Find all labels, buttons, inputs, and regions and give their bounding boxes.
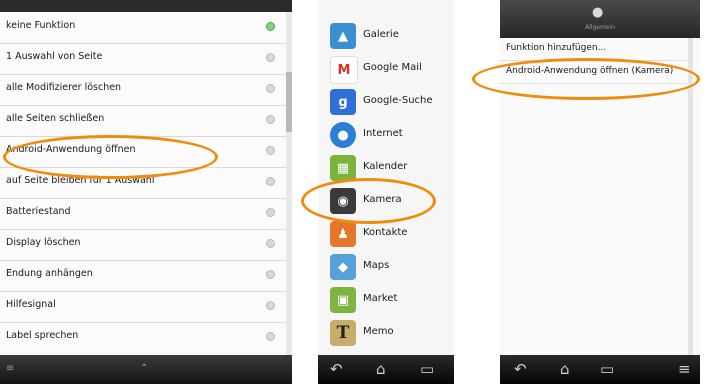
row-label: Funktion hinzufügen... bbox=[506, 43, 607, 53]
list-item-seiten-schliessen[interactable]: alle Seiten schließen bbox=[0, 105, 292, 137]
list-item-keine-funktion[interactable]: keine Funktion bbox=[0, 12, 292, 44]
home-icon[interactable]: ⌂ bbox=[560, 360, 570, 378]
app-name: Galerie bbox=[363, 29, 399, 40]
list-item-label: Batteriestand bbox=[6, 206, 71, 217]
speech-icon: ● bbox=[592, 5, 604, 20]
function-list: keine Funktion 1 Auswahl von Seite alle … bbox=[0, 12, 292, 355]
app-item-google-mail[interactable]: M Google Mail bbox=[318, 53, 454, 86]
calendar-icon: ▦ bbox=[330, 155, 356, 181]
list-item-hilfesignal[interactable]: Hilfesignal bbox=[0, 291, 292, 323]
list-item-label: Hilfesignal bbox=[6, 299, 56, 310]
gmail-icon: M bbox=[330, 56, 358, 84]
home-icon[interactable]: ⌂ bbox=[376, 360, 386, 378]
recent-apps-icon[interactable]: ▭ bbox=[420, 360, 434, 378]
list-item-label: auf Seite bleiben für 1 Auswahl bbox=[6, 175, 155, 186]
app-item-market[interactable]: ▣ Market bbox=[318, 284, 454, 317]
list-item-label: Display löschen bbox=[6, 237, 81, 248]
list-item-endung-anhaengen[interactable]: Endung anhängen bbox=[0, 260, 292, 292]
scrollbar[interactable] bbox=[688, 38, 693, 355]
radio-icon[interactable] bbox=[266, 177, 275, 186]
memo-icon: T bbox=[330, 320, 356, 346]
app-item-kontakte[interactable]: ♟ Kontakte bbox=[318, 218, 454, 251]
radio-icon[interactable] bbox=[266, 115, 275, 124]
list-item-auf-seite-bleiben[interactable]: auf Seite bleiben für 1 Auswahl bbox=[0, 167, 292, 199]
list-item-label: 1 Auswahl von Seite bbox=[6, 51, 103, 62]
top-bar bbox=[0, 0, 292, 12]
row-label: Android-Anwendung öffnen (Kamera) bbox=[506, 66, 674, 76]
app-name: Kamera bbox=[363, 194, 402, 205]
gallery-icon: ▲ bbox=[330, 23, 356, 49]
navigation-bar: ↶ ⌂ ▭ ≡ bbox=[500, 355, 700, 384]
app-list-screen: ▲ Galerie M Google Mail g Google-Suche ●… bbox=[318, 0, 454, 384]
google-search-icon: g bbox=[330, 89, 356, 115]
radio-selected-icon[interactable] bbox=[266, 22, 275, 31]
app-name: Kalender bbox=[363, 161, 408, 172]
list-item-label: Label sprechen bbox=[6, 330, 79, 341]
header-caption: Allgemein bbox=[585, 24, 615, 31]
maps-icon: ◆ bbox=[330, 254, 356, 280]
summary-list: Funktion hinzufügen... Android-Anwendung… bbox=[500, 38, 700, 355]
app-name: Google-Suche bbox=[363, 95, 433, 106]
radio-icon[interactable] bbox=[266, 332, 275, 341]
app-name: Memo bbox=[363, 326, 394, 337]
app-item-kalender[interactable]: ▦ Kalender bbox=[318, 152, 454, 185]
camera-icon: ◉ bbox=[330, 188, 356, 214]
radio-icon[interactable] bbox=[266, 239, 275, 248]
list-item-label-sprechen[interactable]: Label sprechen bbox=[0, 322, 292, 353]
back-icon[interactable]: ↶ bbox=[330, 360, 343, 378]
list-item-label: Android-Anwendung öffnen bbox=[6, 144, 136, 155]
list-item-display-loeschen[interactable]: Display löschen bbox=[0, 229, 292, 261]
radio-icon[interactable] bbox=[266, 53, 275, 62]
radio-icon[interactable] bbox=[266, 301, 275, 310]
assigned-function-row[interactable]: Android-Anwendung öffnen (Kamera) bbox=[500, 61, 688, 84]
app-list: ▲ Galerie M Google Mail g Google-Suche ●… bbox=[318, 0, 454, 355]
list-item-label: alle Seiten schließen bbox=[6, 113, 105, 124]
market-icon: ▣ bbox=[330, 287, 356, 313]
list-item-label: Endung anhängen bbox=[6, 268, 93, 279]
app-name: Internet bbox=[363, 128, 403, 139]
list-item-modifizierer[interactable]: alle Modifizierer löschen bbox=[0, 74, 292, 106]
radio-icon[interactable] bbox=[266, 208, 275, 217]
back-icon[interactable]: ↶ bbox=[514, 360, 527, 378]
menu-icon[interactable]: ≡ bbox=[6, 363, 14, 374]
scrollbar-thumb[interactable] bbox=[286, 72, 292, 132]
globe-icon: ● bbox=[330, 122, 356, 148]
header-bar: ● Allgemein bbox=[500, 0, 700, 38]
app-item-kamera[interactable]: ◉ Kamera bbox=[318, 185, 454, 218]
app-name: Market bbox=[363, 293, 398, 304]
app-item-maps[interactable]: ◆ Maps bbox=[318, 251, 454, 284]
navigation-bar: ↶ ⌂ ▭ bbox=[318, 355, 454, 384]
app-item-internet[interactable]: ● Internet bbox=[318, 119, 454, 152]
app-name: Maps bbox=[363, 260, 390, 271]
radio-icon[interactable] bbox=[266, 84, 275, 93]
chevron-up-icon[interactable]: ⌃ bbox=[140, 363, 148, 374]
list-item-android-anwendung[interactable]: Android-Anwendung öffnen bbox=[0, 136, 292, 168]
radio-icon[interactable] bbox=[266, 146, 275, 155]
recent-apps-icon[interactable]: ▭ bbox=[600, 360, 614, 378]
function-list-screen: keine Funktion 1 Auswahl von Seite alle … bbox=[0, 0, 292, 384]
radio-icon[interactable] bbox=[266, 270, 275, 279]
contacts-icon: ♟ bbox=[330, 221, 356, 247]
add-function-row[interactable]: Funktion hinzufügen... bbox=[500, 38, 688, 61]
summary-screen: ● Allgemein Funktion hinzufügen... Andro… bbox=[500, 0, 700, 384]
list-item-1-auswahl[interactable]: 1 Auswahl von Seite bbox=[0, 43, 292, 75]
app-item-memo[interactable]: T Memo bbox=[318, 317, 454, 350]
menu-icon[interactable]: ≡ bbox=[678, 360, 691, 378]
app-item-google-suche[interactable]: g Google-Suche bbox=[318, 86, 454, 119]
list-item-label: keine Funktion bbox=[6, 20, 76, 31]
app-name: Kontakte bbox=[363, 227, 408, 238]
list-item-label: alle Modifizierer löschen bbox=[6, 82, 122, 93]
app-item-galerie[interactable]: ▲ Galerie bbox=[318, 20, 454, 53]
bottom-bar: ≡ ⌃ bbox=[0, 355, 292, 384]
scrollbar[interactable] bbox=[286, 12, 292, 355]
list-item-batteriestand[interactable]: Batteriestand bbox=[0, 198, 292, 230]
app-name: Google Mail bbox=[363, 62, 422, 73]
